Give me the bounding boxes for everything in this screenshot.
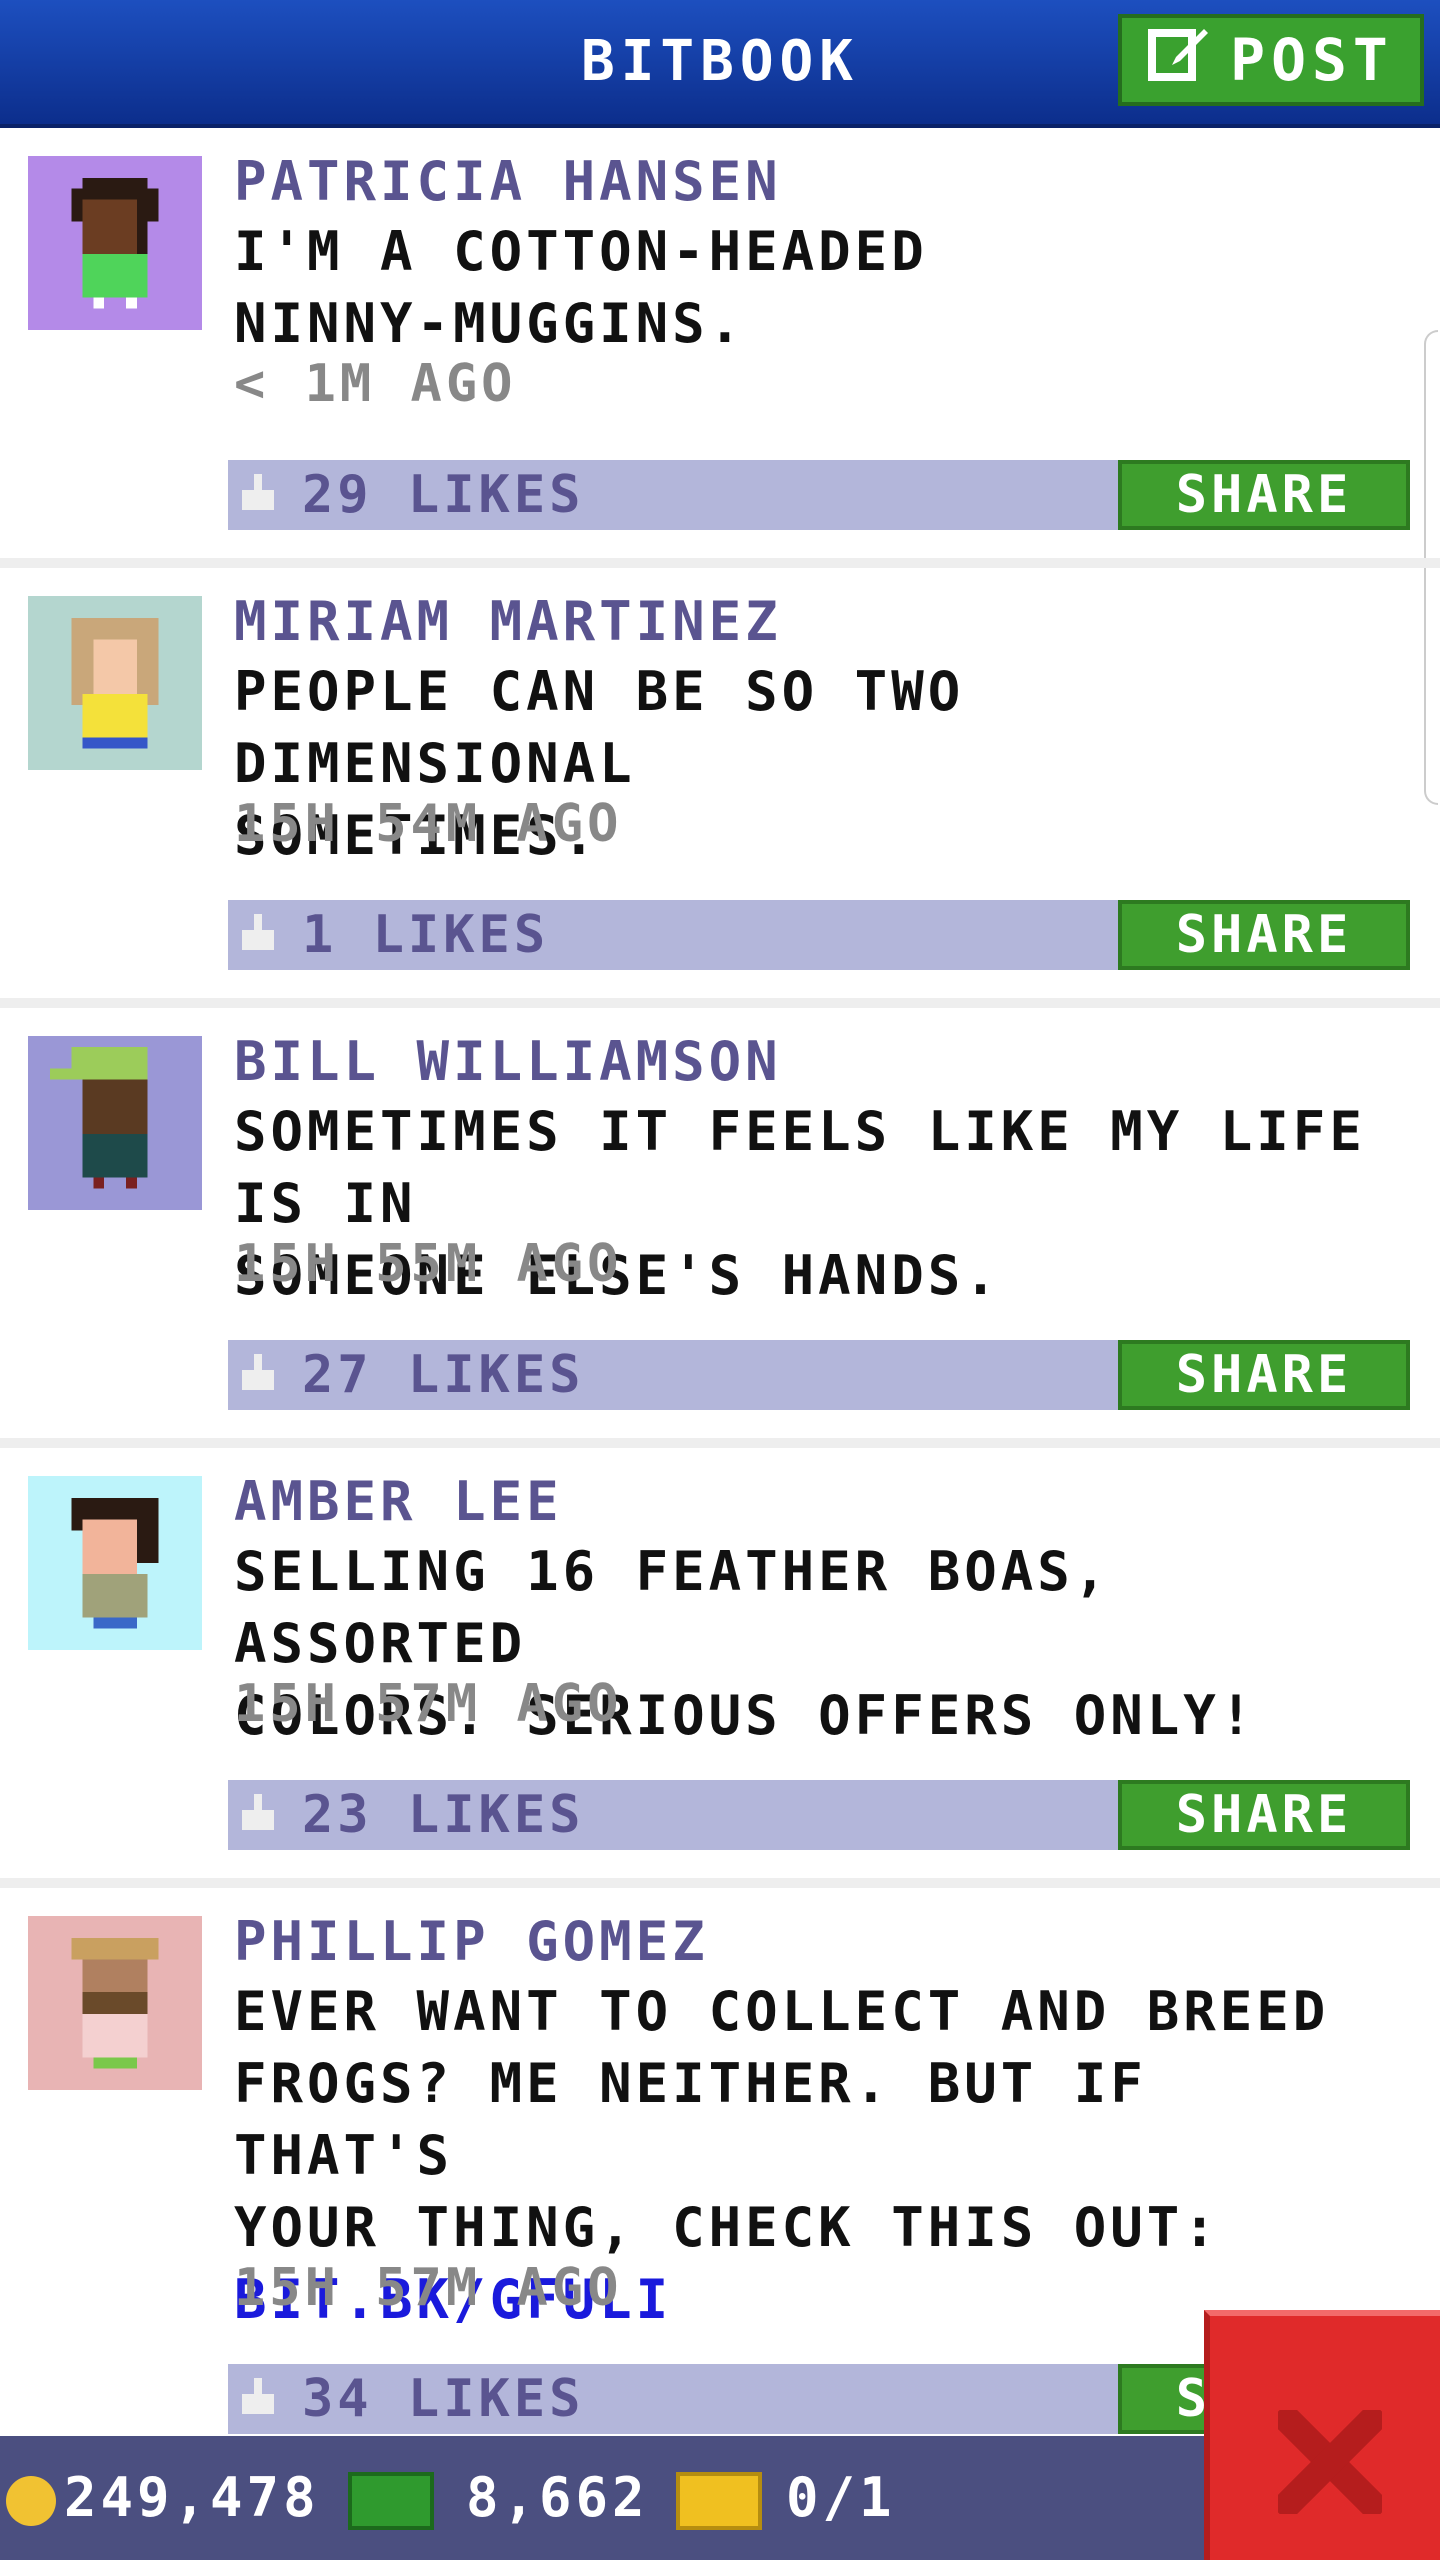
share-button[interactable]: SHARE xyxy=(1118,1780,1410,1850)
close-button[interactable] xyxy=(1204,2310,1440,2560)
like-bar: 29 LIKES SHARE xyxy=(228,460,1410,530)
avatar[interactable] xyxy=(28,156,202,330)
vip-value[interactable]: 0/1 xyxy=(786,2436,896,2560)
like-bar: 27 LIKES SHARE xyxy=(228,1340,1410,1410)
edit-icon xyxy=(1148,21,1212,99)
edit-icon-graphic xyxy=(1148,29,1209,81)
likes-count[interactable]: 23 LIKES xyxy=(302,1780,584,1850)
avatar[interactable] xyxy=(28,1476,202,1650)
post-text-line: I'M A COTTON-HEADED xyxy=(234,220,928,283)
post-text-line: NINNY-MUGGINS. xyxy=(234,292,746,355)
avatar[interactable] xyxy=(28,1036,202,1210)
post-button-label: POST xyxy=(1230,26,1394,94)
post-timestamp: 15H 57M AGO xyxy=(234,2258,623,2318)
bux-icon[interactable] xyxy=(348,2472,434,2530)
post-item: AMBER LEE SELLING 16 FEATHER BOAS, ASSOR… xyxy=(0,1448,1440,1888)
post-author[interactable]: BILL WILLIAMSON xyxy=(234,1030,782,1093)
vip-ticket-icon[interactable] xyxy=(676,2472,762,2530)
avatar[interactable] xyxy=(28,596,202,770)
post-text: I'M A COTTON-HEADED NINNY-MUGGINS. xyxy=(234,216,1394,360)
thumbs-up-icon[interactable] xyxy=(238,474,278,514)
post-timestamp: 15H 55M AGO xyxy=(234,1234,623,1294)
close-icon xyxy=(1278,2410,1382,2514)
share-button[interactable]: SHARE xyxy=(1118,900,1410,970)
likes-count[interactable]: 29 LIKES xyxy=(302,460,584,530)
post-author[interactable]: AMBER LEE xyxy=(234,1470,563,1533)
post-item: PATRICIA HANSEN I'M A COTTON-HEADED NINN… xyxy=(0,128,1440,568)
app-header: BITBOOK POST xyxy=(0,0,1440,128)
post-text-line: EVER WANT TO COLLECT AND BREED xyxy=(234,1980,1330,2043)
thumbs-up-icon[interactable] xyxy=(238,1794,278,1834)
coin-icon xyxy=(6,2476,56,2526)
post-author[interactable]: PHILLIP GOMEZ xyxy=(234,1910,709,1973)
news-feed: PATRICIA HANSEN I'M A COTTON-HEADED NINN… xyxy=(0,128,1440,2528)
post-item: BILL WILLIAMSON SOMETIMES IT FEELS LIKE … xyxy=(0,1008,1440,1448)
post-text-line: FROGS? ME NEITHER. BUT IF THAT'S xyxy=(234,2052,1147,2187)
post-author[interactable]: PATRICIA HANSEN xyxy=(234,150,782,213)
post-button[interactable]: POST xyxy=(1118,14,1424,106)
like-bar: 23 LIKES SHARE xyxy=(228,1780,1410,1850)
likes-count[interactable]: 34 LIKES xyxy=(302,2364,584,2434)
share-button[interactable]: SHARE xyxy=(1118,1340,1410,1410)
likes-count[interactable]: 27 LIKES xyxy=(302,1340,584,1410)
likes-count[interactable]: 1 LIKES xyxy=(302,900,549,970)
thumbs-up-icon[interactable] xyxy=(238,914,278,954)
post-text-line: PEOPLE CAN BE SO TWO DIMENSIONAL xyxy=(234,660,965,795)
post-author[interactable]: MIRIAM MARTINEZ xyxy=(234,590,782,653)
thumbs-up-icon[interactable] xyxy=(238,1354,278,1394)
post-timestamp: < 1M AGO xyxy=(234,354,517,414)
avatar[interactable] xyxy=(28,1916,202,2090)
post-timestamp: 15H 57M AGO xyxy=(234,1674,623,1734)
post-timestamp: 15H 54M AGO xyxy=(234,794,623,854)
thumbs-up-icon[interactable] xyxy=(238,2378,278,2418)
post-text-line: YOUR THING, CHECK THIS OUT: xyxy=(234,2196,1220,2259)
like-bar: 1 LIKES SHARE xyxy=(228,900,1410,970)
post-text-line: SOMETIMES IT FEELS LIKE MY LIFE IS IN xyxy=(234,1100,1366,1235)
bux-value[interactable]: 8,662 xyxy=(466,2436,649,2560)
post-item: MIRIAM MARTINEZ PEOPLE CAN BE SO TWO DIM… xyxy=(0,568,1440,1008)
post-text-line: SELLING 16 FEATHER BOAS, ASSORTED xyxy=(234,1540,1111,1675)
coins-value: 249,478 xyxy=(64,2466,320,2529)
share-button[interactable]: SHARE xyxy=(1118,460,1410,530)
